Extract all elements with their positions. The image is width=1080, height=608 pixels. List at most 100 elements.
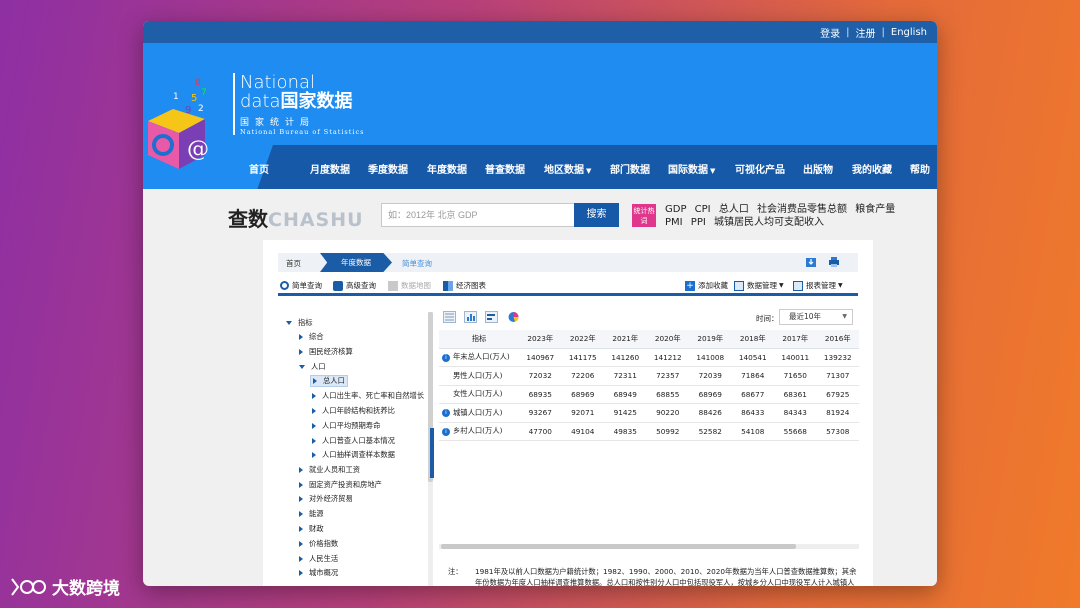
table-view-icon[interactable]	[443, 311, 456, 323]
print-icon[interactable]	[828, 256, 840, 268]
nav-regional[interactable]: 地区数据 ▼	[544, 161, 591, 176]
nav-quarterly[interactable]: 季度数据	[368, 161, 408, 176]
tree-item[interactable]: 人口抽样调查样本数据	[312, 450, 395, 460]
table-cell: 93267	[519, 403, 562, 423]
info-icon[interactable]: i	[442, 409, 450, 417]
data-map-tool[interactable]: 数据地图	[388, 280, 431, 291]
hot-link[interactable]: GDP	[665, 203, 686, 216]
hot-link[interactable]: 城镇居民人均可支配收入	[714, 216, 824, 229]
breadcrumb-home[interactable]: 首页	[286, 258, 301, 269]
scroll-thumb[interactable]	[441, 544, 796, 549]
hot-link[interactable]: PPI	[691, 216, 706, 229]
simple-query-label: 简单查询	[292, 281, 322, 290]
nav-favorites[interactable]: 我的收藏	[852, 161, 892, 176]
table-cell: 72357	[646, 366, 689, 386]
row-indicator-name[interactable]: i 年末总人口(万人)	[439, 348, 519, 367]
nav-department[interactable]: 部门数据	[610, 161, 650, 176]
tree-item[interactable]: 人口普查人口基本情况	[312, 436, 395, 446]
nav-publications[interactable]: 出版物	[803, 161, 833, 176]
table-cell: 91425	[604, 403, 647, 423]
horizontal-bar-icon[interactable]	[485, 311, 498, 323]
search-input[interactable]: 如：2012年 北京 GDP	[381, 203, 575, 227]
table-row[interactable]: i 城镇人口(万人) 93267 92071 91425 90220 88426 86433 8…	[439, 403, 859, 423]
column-header[interactable]: 2020年	[646, 330, 689, 349]
breadcrumb-annual[interactable]: 年度数据	[320, 253, 392, 272]
tree-item[interactable]: 城市概况	[299, 568, 338, 578]
info-icon[interactable]: i	[442, 427, 450, 436]
nav-monthly[interactable]: 月度数据	[310, 161, 350, 176]
nav-visualization[interactable]: 可视化产品	[735, 161, 785, 176]
pie-chart-icon[interactable]	[507, 311, 520, 323]
tree-label: 人口	[311, 362, 326, 371]
table-cell: 140011	[774, 348, 817, 367]
breadcrumb-simple-query[interactable]: 简单查询	[402, 258, 432, 269]
table-row[interactable]: 女性人口(万人) 68935 68969 68949 68855 68969 68677 68…	[439, 385, 859, 404]
tree-label: 人口普查人口基本情况	[322, 436, 395, 445]
info-icon[interactable]: i	[442, 353, 450, 362]
data-management-label: 数据管理	[747, 281, 777, 290]
column-header[interactable]: 2022年	[561, 330, 604, 349]
column-header[interactable]: 2017年	[774, 330, 817, 349]
report-management-tool[interactable]: 报表管理 ▼	[793, 280, 843, 291]
column-header[interactable]: 2019年	[689, 330, 732, 349]
search-button[interactable]: 搜索	[574, 203, 619, 227]
bar-chart-icon[interactable]	[464, 311, 477, 323]
data-management-tool[interactable]: 数据管理 ▼	[734, 280, 784, 291]
hot-link[interactable]: 总人口	[719, 203, 749, 216]
login-link[interactable]: 登录	[814, 25, 846, 40]
tree-item[interactable]: 能源	[299, 509, 324, 519]
table-horizontal-scrollbar[interactable]	[439, 544, 859, 549]
nav-international[interactable]: 国际数据 ▼	[668, 161, 715, 176]
tree-item[interactable]: 人口出生率、死亡率和自然增长	[312, 391, 424, 401]
column-header[interactable]: 2018年	[731, 330, 774, 349]
tree-item[interactable]: 财政	[299, 524, 324, 534]
tree-item[interactable]: 对外经济贸易	[299, 494, 353, 504]
tree-item[interactable]: 固定资产投资和房地产	[299, 480, 382, 490]
register-link[interactable]: 注册	[850, 25, 882, 40]
tree-item[interactable]: 人民生活	[299, 554, 338, 564]
nav-census[interactable]: 普查数据	[485, 161, 525, 176]
search-row: 查数CHASHU 如：2012年 北京 GDP 搜索 统计热词 GDP CPI …	[143, 189, 937, 239]
table-row[interactable]: 男性人口(万人) 72032 72206 72311 72357 72039 71864 71…	[439, 366, 859, 386]
column-header[interactable]: 指标	[439, 330, 519, 349]
hot-link[interactable]: 粮食产量	[855, 203, 895, 216]
tree-label: 就业人员和工资	[309, 465, 361, 474]
tree-item[interactable]: 人口年龄结构和抚养比	[312, 406, 395, 416]
row-indicator-name[interactable]: i 城镇人口(万人)	[439, 403, 519, 423]
site-logo[interactable]: National data国家数据 国家统计局 National Bureau …	[240, 73, 364, 136]
hot-link[interactable]: CPI	[695, 203, 711, 216]
english-link[interactable]: English	[885, 27, 933, 38]
nav-help[interactable]: 帮助	[910, 161, 930, 176]
nav-annual[interactable]: 年度数据	[427, 161, 467, 176]
tree-item[interactable]: 国民经济核算	[299, 347, 353, 357]
advanced-search-icon	[333, 280, 343, 291]
add-favorite-tool[interactable]: + 添加收藏	[685, 280, 728, 291]
export-icon[interactable]	[805, 256, 817, 268]
pane-splitter[interactable]	[430, 428, 434, 478]
column-header[interactable]: 2023年	[519, 330, 562, 349]
column-header[interactable]: 2016年	[816, 330, 859, 349]
hot-link[interactable]: PMI	[665, 216, 683, 229]
row-indicator-name[interactable]: 女性人口(万人)	[439, 385, 519, 404]
advanced-query-tool[interactable]: 高级查询	[333, 280, 376, 291]
tree-item[interactable]: 人口平均预期寿命	[312, 421, 380, 431]
table-cell: 67925	[816, 385, 859, 404]
tree-item[interactable]: 就业人员和工资	[299, 465, 360, 475]
econ-charts-tool[interactable]: 经济图表	[443, 280, 486, 291]
simple-query-tool[interactable]: 简单查询	[280, 280, 322, 291]
hot-link[interactable]: 社会消费品零售总额	[757, 203, 847, 216]
row-indicator-name[interactable]: 男性人口(万人)	[439, 366, 519, 386]
column-header[interactable]: 2021年	[604, 330, 647, 349]
tree-item[interactable]: 综合	[299, 332, 324, 342]
row-indicator-name[interactable]: i 乡村人口(万人)	[439, 422, 519, 441]
tree-root[interactable]: 指标	[286, 318, 313, 328]
tree-item[interactable]: 价格指数	[299, 539, 338, 549]
time-range-select[interactable]: 最近10年 ▼	[779, 309, 853, 325]
table-row[interactable]: i 乡村人口(万人) 47700 49104 49835 50992 52582 54108 5…	[439, 422, 859, 441]
nav-home[interactable]: 首页	[249, 161, 269, 176]
tree-item[interactable]: 人口	[299, 362, 326, 372]
tree-label: 人口抽样调查样本数据	[322, 450, 395, 459]
query-toolbar: 简单查询 高级查询 数据地图 经济图表 + 添加收藏 数据管理 ▼ 报表管理 ▼	[278, 276, 858, 296]
table-row[interactable]: i 年末总人口(万人) 140967 141175 141260 141212 141008…	[439, 348, 859, 367]
tree-item-selected[interactable]: 总人口	[310, 375, 348, 387]
